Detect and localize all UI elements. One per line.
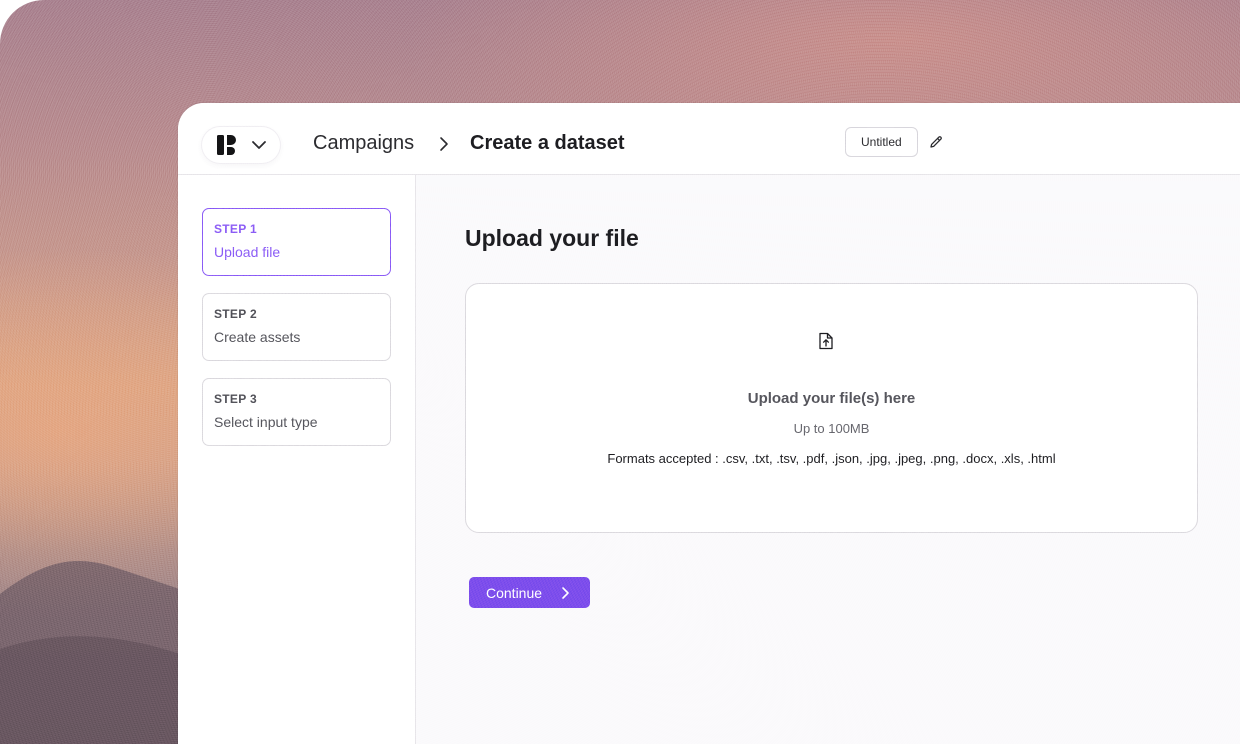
breadcrumb-campaigns[interactable]: Campaigns (313, 132, 414, 155)
page-title-breadcrumb: Create a dataset (470, 132, 625, 154)
file-upload-icon (819, 332, 833, 350)
step-upload-file[interactable]: STEP 1 Upload file (202, 208, 391, 276)
top-bar: Campaigns Create a dataset Untitled (178, 103, 1240, 175)
workspace-switcher[interactable] (202, 127, 280, 163)
continue-button-label: Continue (486, 585, 543, 601)
workspace-logo-icon (217, 135, 236, 155)
step-number: STEP 3 (214, 392, 257, 406)
step-number: STEP 1 (214, 222, 257, 236)
step-select-input-type[interactable]: STEP 3 Select input type (202, 378, 391, 446)
step-label: Upload file (214, 244, 281, 260)
file-dropzone[interactable]: Upload your file(s) here Up to 100MB For… (465, 283, 1198, 533)
dataset-title-chip[interactable]: Untitled (845, 127, 918, 157)
chevron-right-icon (440, 137, 448, 151)
main-content: Upload your file Upload your file(s) her… (416, 175, 1240, 744)
desktop-background: Campaigns Create a dataset Untitled STEP… (0, 0, 1240, 744)
step-label: Create assets (214, 329, 301, 345)
dropzone-title: Upload your file(s) here (747, 390, 916, 407)
app-window: Campaigns Create a dataset Untitled STEP… (178, 103, 1240, 744)
steps-sidebar: STEP 1 Upload file STEP 2 Create assets … (178, 175, 416, 744)
section-title: Upload your file (465, 225, 639, 251)
pencil-icon[interactable] (928, 134, 944, 150)
step-number: STEP 2 (214, 307, 257, 321)
continue-button[interactable]: Continue (469, 577, 590, 608)
chevron-down-icon (252, 141, 266, 149)
step-create-assets[interactable]: STEP 2 Create assets (202, 293, 391, 361)
chevron-right-icon (562, 587, 569, 599)
step-label: Select input type (214, 414, 318, 430)
dropzone-size-limit: Up to 100MB (793, 421, 870, 436)
dropzone-accepted-formats: Formats accepted : .csv, .txt, .tsv, .pd… (607, 451, 1056, 466)
